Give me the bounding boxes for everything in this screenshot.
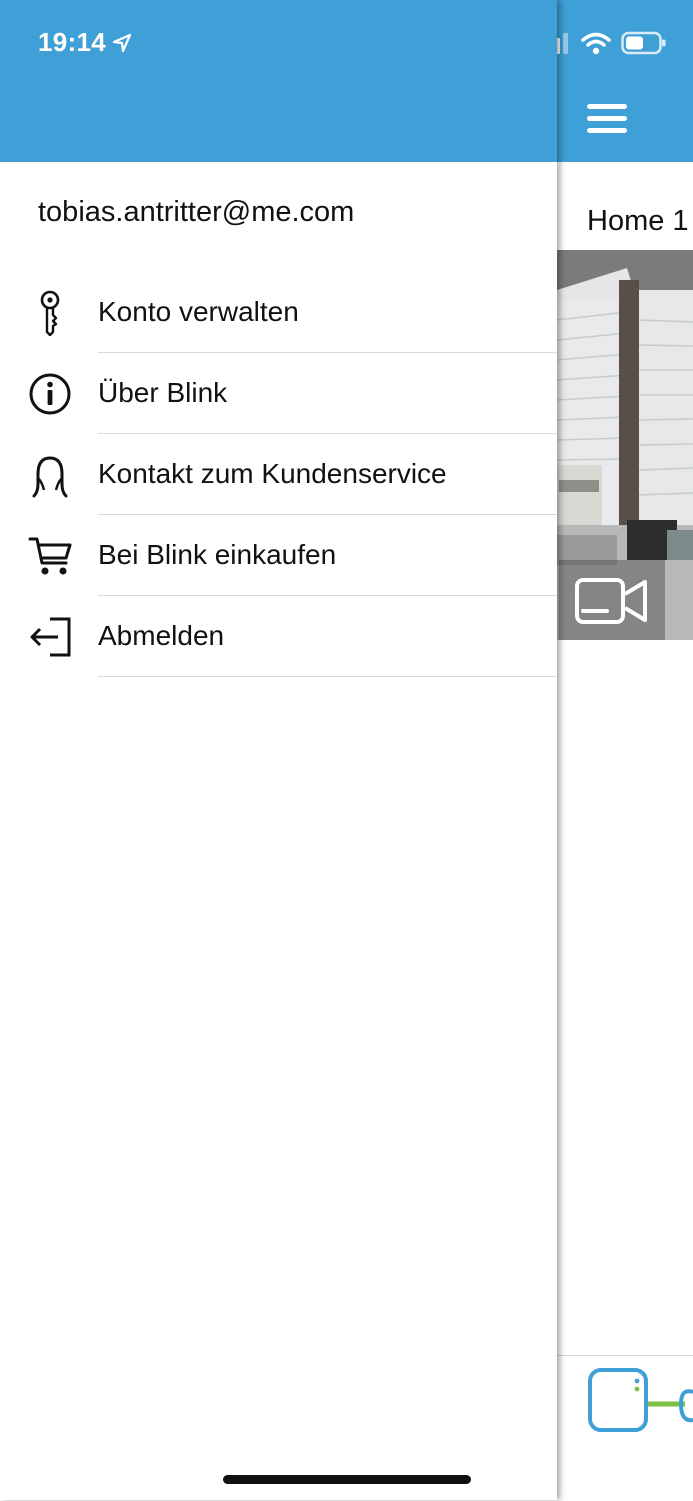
video-camera-icon bbox=[575, 578, 647, 624]
hamburger-icon[interactable] bbox=[587, 104, 629, 136]
menu-item-ueber-blink[interactable]: Über Blink bbox=[0, 353, 557, 434]
drawer-header: 19:14 bbox=[0, 0, 557, 162]
menu-item-label: Bei Blink einkaufen bbox=[98, 539, 337, 570]
account-email: tobias.antritter@me.com bbox=[38, 196, 355, 228]
key-icon bbox=[40, 290, 60, 336]
location-arrow-icon bbox=[112, 33, 132, 52]
system-title: Home 1 bbox=[587, 205, 689, 237]
menu-item-abmelden[interactable]: Abmelden bbox=[0, 596, 557, 677]
wifi-icon bbox=[581, 32, 611, 55]
status-time: 19:14 bbox=[38, 27, 132, 58]
main-panel: Home 1 bbox=[539, 0, 693, 1501]
live-view-button[interactable] bbox=[559, 560, 665, 640]
bottom-bar bbox=[557, 1355, 693, 1501]
menu-item-label: Konto verwalten bbox=[98, 296, 299, 327]
menu-item-label: Über Blink bbox=[98, 377, 228, 408]
headset-icon bbox=[32, 456, 68, 498]
drawer-menu: Konto verwalten Über Blink Kontakt zum K… bbox=[0, 272, 557, 677]
battery-icon bbox=[621, 31, 666, 55]
side-drawer: 19:14 tobias.antritter@me.com Konto verw… bbox=[0, 0, 557, 1500]
menu-item-konto-verwalten[interactable]: Konto verwalten bbox=[0, 272, 557, 353]
logout-icon bbox=[30, 617, 71, 657]
menu-item-kundenservice[interactable]: Kontakt zum Kundenservice bbox=[0, 434, 557, 515]
clock-label: 19:14 bbox=[38, 27, 106, 57]
menu-item-label: Kontakt zum Kundenservice bbox=[98, 458, 447, 489]
divider bbox=[98, 676, 557, 677]
cart-icon bbox=[28, 537, 72, 575]
info-icon bbox=[29, 373, 71, 415]
main-header bbox=[539, 0, 693, 162]
sync-module-icon[interactable] bbox=[557, 1364, 693, 1444]
menu-item-label: Abmelden bbox=[98, 620, 225, 651]
status-bar-right bbox=[539, 30, 667, 56]
menu-item-einkaufen[interactable]: Bei Blink einkaufen bbox=[0, 515, 557, 596]
home-indicator[interactable] bbox=[223, 1475, 471, 1484]
